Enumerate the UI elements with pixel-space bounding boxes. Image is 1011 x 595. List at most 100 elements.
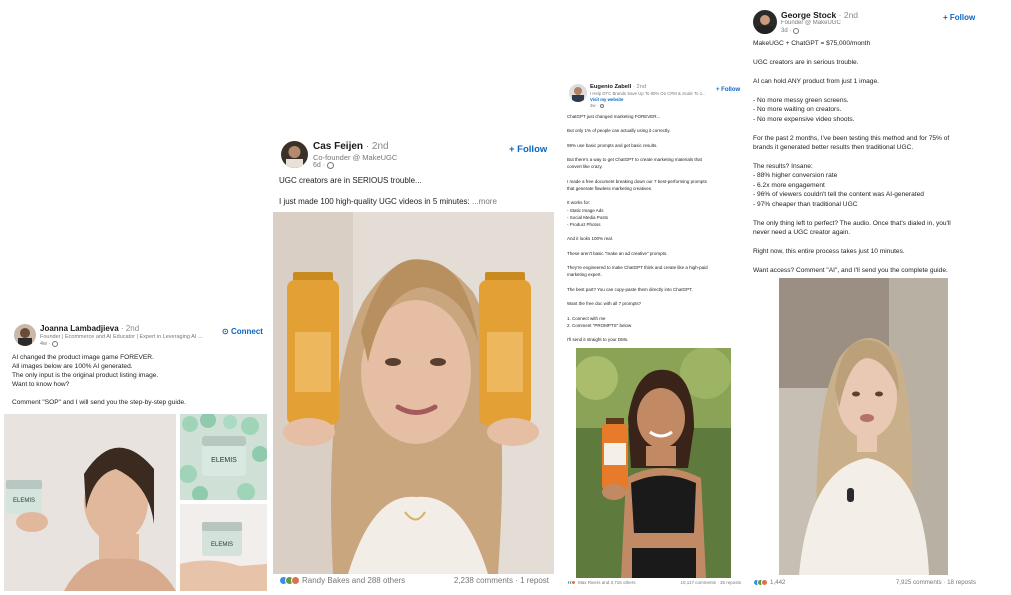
love-reaction-icon	[571, 580, 576, 585]
reactions[interactable]: 1,442	[753, 579, 785, 586]
connection-degree: · 2nd	[632, 84, 647, 90]
post-text-line: - 6.2x more engagement	[753, 181, 825, 189]
reactions-count: 1,442	[770, 579, 786, 586]
post-social-counts: Randy Bakes and 288 others 2,238 comment…	[279, 576, 549, 585]
author-name[interactable]: Joanna Lambadjieva · 2nd	[40, 324, 139, 333]
post-text-line: - No more expensive video shoots.	[753, 115, 855, 123]
post-text-line: The results? Insane:	[753, 162, 813, 170]
post-text-line	[753, 152, 979, 161]
post-social-counts: Max Rivers and 3,716 others 10,117 comme…	[567, 580, 741, 585]
author-name[interactable]: George Stock · 2nd	[781, 10, 858, 20]
comments-count[interactable]: 7,925 comments · 18 reposts	[896, 579, 976, 586]
post-text: ChatGPT just changed marketing FOREVER..…	[567, 113, 743, 344]
post-text-line	[12, 389, 262, 398]
post-text-line: It works for:	[567, 200, 591, 206]
author-headline: Founder @ MakeUGC	[781, 20, 841, 26]
post-image-woman-oil-bottles[interactable]	[273, 212, 554, 574]
connect-button[interactable]: ⊙ Connect	[222, 327, 263, 336]
post-time: 3d ·	[781, 28, 800, 34]
post-text-line	[567, 307, 743, 314]
post-text-line: that generate flawless marketing creativ…	[567, 186, 653, 192]
post-text-line: The only input is the original product l…	[12, 372, 159, 380]
connection-degree: · 2nd	[838, 10, 859, 20]
post-text-line	[279, 187, 549, 198]
post-text: UGC creators are in SERIOUS trouble... I…	[279, 176, 549, 208]
post-text-line: But only 1% of people can actually using…	[567, 128, 671, 134]
connect-icon: ⊙	[222, 327, 231, 336]
post-text-line: Right now, this entire process takes jus…	[753, 247, 905, 255]
post-text-line: AI can hold ANY product from just 1 imag…	[753, 77, 879, 85]
globe-icon	[327, 162, 335, 169]
post-text-line: They're engineered to make ChatGPT think…	[567, 265, 708, 271]
comments-count[interactable]: 2,238 comments · 1 repost	[454, 576, 549, 585]
post-text-line: Want to know how?	[12, 381, 70, 389]
follow-button[interactable]: + Follow	[943, 13, 975, 22]
follow-button[interactable]: + Follow	[716, 87, 740, 93]
post-text-line	[567, 293, 743, 300]
post-social-counts: 1,442 7,925 comments · 18 reposts	[753, 579, 976, 586]
post-joanna: Joanna Lambadjieva · 2nd Founder | Ecomm…	[4, 318, 268, 595]
post-text-line	[753, 256, 979, 265]
post-text-line: - 97% cheaper than traditional UGC	[753, 200, 858, 208]
post-text-line	[753, 67, 979, 76]
post-text-line: 1. Connect with me	[567, 315, 606, 321]
globe-icon	[600, 103, 605, 108]
globe-icon	[52, 341, 59, 347]
post-text-line: 2. Comment "PROMPTS" below	[567, 322, 632, 328]
author-name[interactable]: Cas Feijen · 2nd	[313, 141, 389, 152]
avatar[interactable]	[569, 84, 587, 102]
post-text-line	[567, 279, 743, 286]
post-text-line	[567, 228, 743, 235]
author-name[interactable]: Eugenio Zabell · 2nd	[590, 84, 646, 90]
product-image-spheres[interactable]: ELEMIS	[180, 414, 267, 500]
reactions[interactable]: Max Rivers and 3,716 others	[567, 580, 636, 585]
avatar[interactable]	[753, 10, 777, 34]
post-text-line: - Social Media Posts	[567, 214, 609, 220]
follow-button[interactable]: + Follow	[509, 144, 547, 155]
product-image-main[interactable]: ELEMIS	[4, 414, 176, 591]
post-text-line	[567, 329, 743, 336]
post-text-line: UGC creators are in SERIOUS trouble...	[279, 176, 422, 185]
post-text-line: I made a free document breaking down our…	[567, 178, 707, 184]
elemis-label: ELEMIS	[211, 542, 233, 548]
post-text-line: ChatGPT just changed marketing FOREVER..…	[567, 114, 661, 119]
post-text-line: - Static Image Ads	[567, 207, 604, 213]
post-text-line	[753, 238, 979, 247]
post-video-woman-talking[interactable]	[779, 278, 948, 575]
post-text: AI changed the product image game FOREVE…	[12, 353, 262, 408]
post-text-line	[567, 192, 743, 199]
post-text: MakeUGC + ChatGPT = $75,000/month UGC cr…	[753, 39, 979, 275]
post-text-line: All images below are 100% AI generated.	[12, 363, 133, 371]
post-text-line	[753, 48, 979, 57]
post-text-line: convert like crazy.	[567, 164, 603, 170]
love-reaction-icon	[291, 576, 300, 585]
post-text-line: And it looks 100% real.	[567, 236, 614, 242]
post-time: 6d ·	[313, 162, 335, 169]
reactions-count: Max Rivers and 3,716 others	[578, 580, 636, 585]
post-text-line	[753, 124, 979, 133]
author-headline: Co-founder @ MakeUGC	[313, 153, 398, 162]
connection-degree: · 2nd	[365, 141, 389, 152]
post-text-line: - 88% higher conversion rate	[753, 172, 838, 180]
post-text-line: - Product Photos	[567, 222, 601, 228]
post-text-line	[567, 243, 743, 250]
post-text-line: I'll send it straight to your DMs.	[567, 337, 629, 343]
see-more-link[interactable]: ...more	[472, 197, 497, 206]
reactions[interactable]: Randy Bakes and 288 others	[279, 576, 405, 585]
post-text-line	[567, 149, 743, 156]
avatar[interactable]	[281, 141, 308, 168]
author-headline: I Help DTC Brands Save Up To 80% On CPM …	[590, 91, 706, 96]
post-text-line: brands it generated better results then …	[753, 143, 914, 151]
post-text-line	[567, 257, 743, 264]
comments-count[interactable]: 10,117 comments · 35 reposts	[681, 580, 741, 585]
connection-degree: · 2nd	[120, 324, 140, 333]
post-text-line: AI changed the product image game FOREVE…	[12, 354, 154, 361]
avatar[interactable]	[14, 324, 36, 346]
post-time: 4w ·	[40, 341, 59, 347]
product-image-hand[interactable]: ELEMIS	[180, 504, 267, 591]
post-text-line	[567, 135, 743, 142]
post-text-line: MakeUGC + ChatGPT = $75,000/month	[753, 40, 871, 47]
post-image-woman-fitness-bottle[interactable]	[576, 348, 731, 578]
post-text-line	[753, 209, 979, 218]
visit-website-link[interactable]: Visit my website	[590, 97, 623, 102]
